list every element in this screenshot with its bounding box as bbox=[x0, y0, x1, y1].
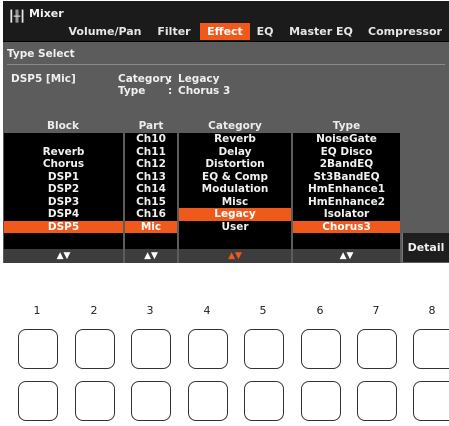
list-item[interactable]: HmEnhance1 bbox=[293, 183, 400, 196]
button-number-3: 3 bbox=[146, 304, 154, 317]
list-item-selected[interactable]: Legacy bbox=[179, 208, 291, 221]
list-item[interactable]: Reverb bbox=[4, 146, 123, 159]
list-item[interactable]: Delay bbox=[179, 146, 291, 159]
list-item[interactable]: St3BandEQ bbox=[293, 171, 400, 184]
list-item[interactable]: User bbox=[179, 221, 291, 234]
list-item[interactable]: NoiseGate bbox=[293, 133, 400, 146]
list-item[interactable]: Reverb bbox=[179, 133, 291, 146]
button-number-2: 2 bbox=[90, 304, 98, 317]
button-number-8: 8 bbox=[428, 304, 436, 317]
list-item-selected[interactable]: Chorus3 bbox=[293, 220, 400, 233]
upper-button-6[interactable] bbox=[301, 329, 341, 369]
list-item[interactable]: EQ & Comp bbox=[179, 171, 291, 184]
tab-eq[interactable]: EQ bbox=[252, 23, 278, 40]
list-item[interactable]: Distortion bbox=[179, 158, 291, 171]
upper-button-5[interactable] bbox=[244, 329, 284, 369]
list-item[interactable]: Ch11 bbox=[125, 146, 177, 159]
block-header: Block bbox=[46, 120, 80, 132]
lower-button-7[interactable] bbox=[357, 381, 397, 421]
lower-button-8[interactable] bbox=[413, 381, 449, 421]
list-item[interactable]: DSP2 bbox=[4, 183, 123, 196]
lower-button-1[interactable] bbox=[18, 381, 58, 421]
list-item[interactable]: Ch16 bbox=[125, 208, 177, 221]
lower-button-2[interactable] bbox=[75, 381, 115, 421]
category-colon: : bbox=[168, 73, 173, 85]
lower-button-4[interactable] bbox=[188, 381, 228, 421]
list-item[interactable]: Ch13 bbox=[125, 171, 177, 184]
list-item[interactable]: DSP1 bbox=[4, 171, 123, 184]
list-item[interactable]: DSP4 bbox=[4, 208, 123, 221]
list-item[interactable]: Ch14 bbox=[125, 183, 177, 196]
list-item[interactable]: Ch15 bbox=[125, 196, 177, 209]
up-down-arrows-icon[interactable]: ▲▼ bbox=[4, 249, 123, 263]
upper-button-8[interactable] bbox=[413, 329, 449, 369]
tab-compressor[interactable]: Compressor bbox=[365, 23, 445, 40]
divider bbox=[7, 64, 445, 65]
upper-button-4[interactable] bbox=[188, 329, 228, 369]
tab-master-eq[interactable]: Master EQ bbox=[286, 23, 356, 40]
detail-button[interactable]: Detail bbox=[402, 233, 449, 262]
mixer-screen: ┃╫┃ Mixer Volume/Pan Filter Effect EQ Ma… bbox=[3, 1, 449, 263]
type-list[interactable]: NoiseGate EQ Disco 2BandEQ St3BandEQ HmE… bbox=[293, 133, 400, 263]
tab-filter[interactable]: Filter bbox=[153, 23, 195, 40]
list-item[interactable]: DSP3 bbox=[4, 196, 123, 209]
type-label: Type bbox=[118, 85, 146, 97]
category-label: Category bbox=[118, 73, 172, 85]
button-number-5: 5 bbox=[259, 304, 267, 317]
type-select-panel: Type Select DSP5 [Mic] Category : Legacy… bbox=[3, 42, 449, 263]
panel-title: Type Select bbox=[7, 48, 75, 60]
lower-button-3[interactable] bbox=[131, 381, 171, 421]
button-number-6: 6 bbox=[316, 304, 324, 317]
list-item[interactable]: Ch12 bbox=[125, 158, 177, 171]
up-down-arrows-icon[interactable]: ▲▼ bbox=[293, 249, 400, 263]
current-part: DSP5 [Mic] bbox=[11, 73, 76, 85]
type-colon: : bbox=[168, 85, 173, 97]
upper-button-2[interactable] bbox=[75, 329, 115, 369]
part-header: Part bbox=[138, 120, 164, 132]
mixer-sliders-icon: ┃╫┃ bbox=[8, 10, 26, 23]
list-item-selected[interactable]: Mic bbox=[125, 220, 177, 233]
list-item[interactable]: Ch10 bbox=[125, 133, 177, 146]
tab-bar: Volume/Pan Filter Effect EQ Master EQ Co… bbox=[3, 23, 449, 41]
list-item[interactable]: 2BandEQ bbox=[293, 158, 400, 171]
block-list[interactable]: Reverb Chorus DSP1 DSP2 DSP3 DSP4 DSP5 ▲… bbox=[4, 133, 123, 263]
part-list[interactable]: Ch10 Ch11 Ch12 Ch13 Ch14 Ch15 Ch16 Mic ▲… bbox=[125, 133, 177, 263]
list-item[interactable] bbox=[4, 133, 123, 146]
title-bar: ┃╫┃ Mixer Volume/Pan Filter Effect EQ Ma… bbox=[3, 1, 449, 41]
lower-button-5[interactable] bbox=[244, 381, 284, 421]
type-header: Type bbox=[332, 120, 361, 132]
list-item[interactable]: Chorus bbox=[4, 158, 123, 171]
category-header: Category bbox=[208, 120, 262, 132]
type-value: Chorus 3 bbox=[178, 85, 231, 97]
list-item[interactable]: EQ Disco bbox=[293, 146, 400, 159]
up-down-arrows-icon[interactable]: ▲▼ bbox=[125, 249, 177, 263]
list-item-selected[interactable]: DSP5 bbox=[4, 220, 123, 233]
category-value: Legacy bbox=[178, 73, 220, 85]
upper-button-1[interactable] bbox=[18, 329, 58, 369]
button-number-4: 4 bbox=[203, 304, 211, 317]
list-item[interactable]: Misc bbox=[179, 196, 291, 209]
button-number-7: 7 bbox=[372, 304, 380, 317]
category-list[interactable]: Reverb Delay Distortion EQ & Comp Modula… bbox=[179, 133, 291, 263]
button-number-1: 1 bbox=[33, 304, 41, 317]
list-item[interactable]: Isolator bbox=[293, 208, 400, 221]
upper-button-7[interactable] bbox=[357, 329, 397, 369]
lower-button-6[interactable] bbox=[301, 381, 341, 421]
window-title: Mixer bbox=[29, 7, 64, 20]
up-down-arrows-icon[interactable]: ▲▼ bbox=[179, 249, 291, 263]
list-item[interactable]: HmEnhance2 bbox=[293, 196, 400, 209]
upper-button-3[interactable] bbox=[131, 329, 171, 369]
list-item[interactable]: Modulation bbox=[179, 183, 291, 196]
tab-volume-pan[interactable]: Volume/Pan bbox=[61, 23, 149, 40]
tab-effect[interactable]: Effect bbox=[200, 23, 250, 40]
